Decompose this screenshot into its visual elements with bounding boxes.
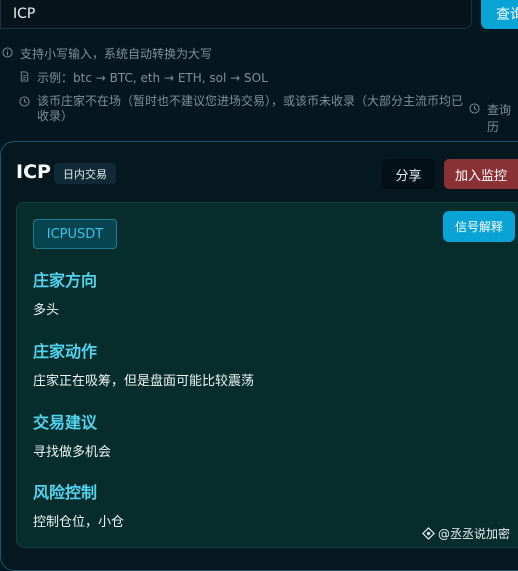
hint-not-found: 该币庄家不在场（暂时也不建议您进场交易），或该币未收录（大部分主流币均已收录） xyxy=(19,94,469,124)
section-title-risk: 风险控制 xyxy=(33,483,98,502)
query-button[interactable]: 查询 xyxy=(481,0,518,29)
signal-explain-button[interactable]: 信号解释 xyxy=(443,211,515,242)
add-monitor-button[interactable]: 加入监控 xyxy=(444,159,518,189)
search-input-value: ICP xyxy=(13,5,36,22)
hint-uppercase: 支持小写输入，系统自动转换为大写 xyxy=(2,45,212,62)
hint-example-text: 示例：btc → BTC, eth → ETH, sol → SOL xyxy=(37,71,268,85)
watermark-logo-icon xyxy=(422,527,435,540)
hint-example: 示例：btc → BTC, eth → ETH, sol → SOL xyxy=(19,69,268,86)
share-button[interactable]: 分享 xyxy=(382,159,435,189)
section-title-action: 庄家动作 xyxy=(33,342,98,361)
search-input[interactable]: ICP xyxy=(0,0,472,29)
query-history-label: 查询历 xyxy=(487,103,512,134)
history-icon xyxy=(469,103,480,114)
document-icon xyxy=(19,71,30,82)
hint-not-found-text: 该币庄家不在场（暂时也不建议您进场交易），或该币未收录（大部分主流币均已收录） xyxy=(37,94,464,123)
trade-type-badge: 日内交易 xyxy=(54,163,116,184)
section-title-direction: 庄家方向 xyxy=(33,271,98,290)
coin-title: ICP xyxy=(16,161,51,183)
hint-uppercase-text: 支持小写输入，系统自动转换为大写 xyxy=(20,47,213,61)
section-text-action: 庄家正在吸筹，但是盘面可能比较震荡 xyxy=(33,374,255,389)
section-text-risk: 控制仓位，小仓 xyxy=(33,515,125,530)
clock-icon xyxy=(19,96,30,107)
query-button-label: 查询 xyxy=(496,6,518,23)
info-icon xyxy=(2,47,13,58)
section-text-direction: 多头 xyxy=(33,303,60,318)
query-history-link[interactable]: 查询历 xyxy=(469,101,518,135)
section-title-advice: 交易建议 xyxy=(33,413,98,432)
watermark: @丞丞说加密 xyxy=(422,525,510,542)
section-text-advice: 寻找做多机会 xyxy=(33,445,112,460)
symbol-tag: ICPUSDT xyxy=(33,219,117,249)
watermark-text: @丞丞说加密 xyxy=(438,527,511,541)
